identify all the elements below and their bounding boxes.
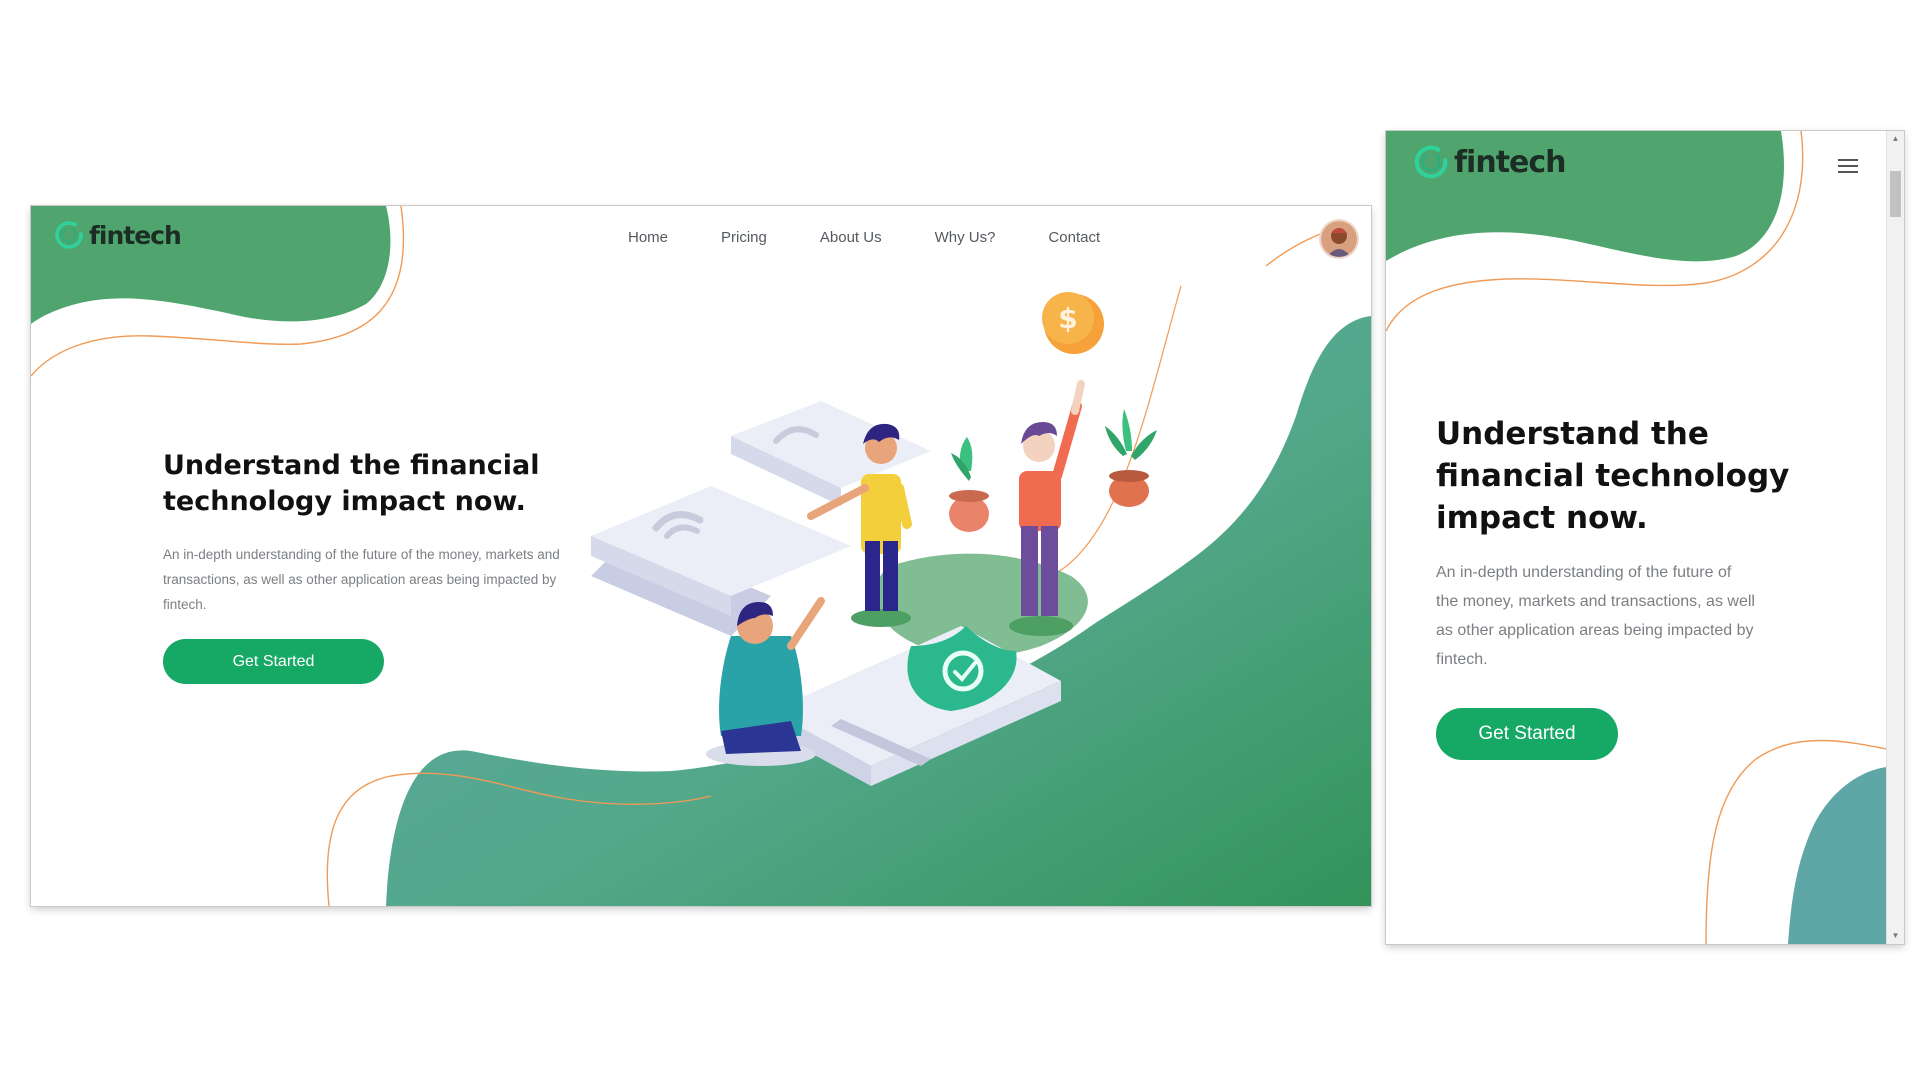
brand-logo[interactable]: fintech xyxy=(53,219,182,251)
scrollbar-thumb[interactable] xyxy=(1890,171,1901,217)
mobile-brand-logo[interactable]: fintech xyxy=(1412,143,1567,181)
hero-description: An in-depth understanding of the future … xyxy=(163,547,560,612)
mobile-bottom-orange-line xyxy=(1705,739,1888,944)
mobile-bottom-teal-blob xyxy=(1788,767,1887,944)
person-yellow-shirt xyxy=(807,423,912,627)
get-started-button[interactable]: Get Started xyxy=(163,639,384,684)
bottom-orange-line xyxy=(326,772,712,906)
nav-home[interactable]: Home xyxy=(628,229,668,246)
mobile-hero-description: An in-depth understanding of the future … xyxy=(1436,564,1755,668)
mobile-brand-name: fintech xyxy=(1454,144,1567,180)
mobile-get-started-button[interactable]: Get Started xyxy=(1436,708,1618,760)
mobile-hero-title: Understand the financial technology impa… xyxy=(1436,416,1790,536)
nav-pricing[interactable]: Pricing xyxy=(721,229,767,246)
scroll-up-arrow-icon[interactable]: ▲ xyxy=(1887,131,1904,147)
vertical-scrollbar[interactable]: ▲ ▼ xyxy=(1886,131,1904,944)
coin-orange-line xyxy=(1050,285,1182,577)
brand-name: fintech xyxy=(89,220,182,250)
nav-why-us[interactable]: Why Us? xyxy=(935,229,996,246)
scroll-down-arrow-icon[interactable]: ▼ xyxy=(1887,928,1904,944)
phone-front xyxy=(771,626,1061,786)
hero-title: Understand the financial technology impa… xyxy=(163,450,540,517)
ring-logo-icon xyxy=(55,221,83,249)
coin-dollar-label: $ xyxy=(1058,302,1077,335)
fintech-illustration: $ xyxy=(591,292,1157,786)
desktop-viewport: $ fintech Home Pricing About Us Why Us? … xyxy=(31,206,1371,906)
nav-contact[interactable]: Contact xyxy=(1048,229,1100,246)
user-avatar[interactable] xyxy=(1321,221,1357,257)
phone-left xyxy=(591,486,851,636)
nav-about-us[interactable]: About Us xyxy=(820,229,882,246)
potted-plant-right xyxy=(1105,409,1157,507)
phone-back xyxy=(731,401,931,506)
main-navigation: Home Pricing About Us Why Us? Contact xyxy=(628,229,1153,246)
hamburger-menu-icon[interactable] xyxy=(1838,159,1858,177)
potted-plant-left xyxy=(949,437,989,532)
ring-logo-icon xyxy=(1414,145,1448,179)
person-sitting xyxy=(706,597,825,766)
avatar-image xyxy=(1321,221,1357,257)
mobile-viewport: fintech Understand the financial technol… xyxy=(1386,131,1904,944)
person-red-shirt: $ xyxy=(1009,292,1104,636)
